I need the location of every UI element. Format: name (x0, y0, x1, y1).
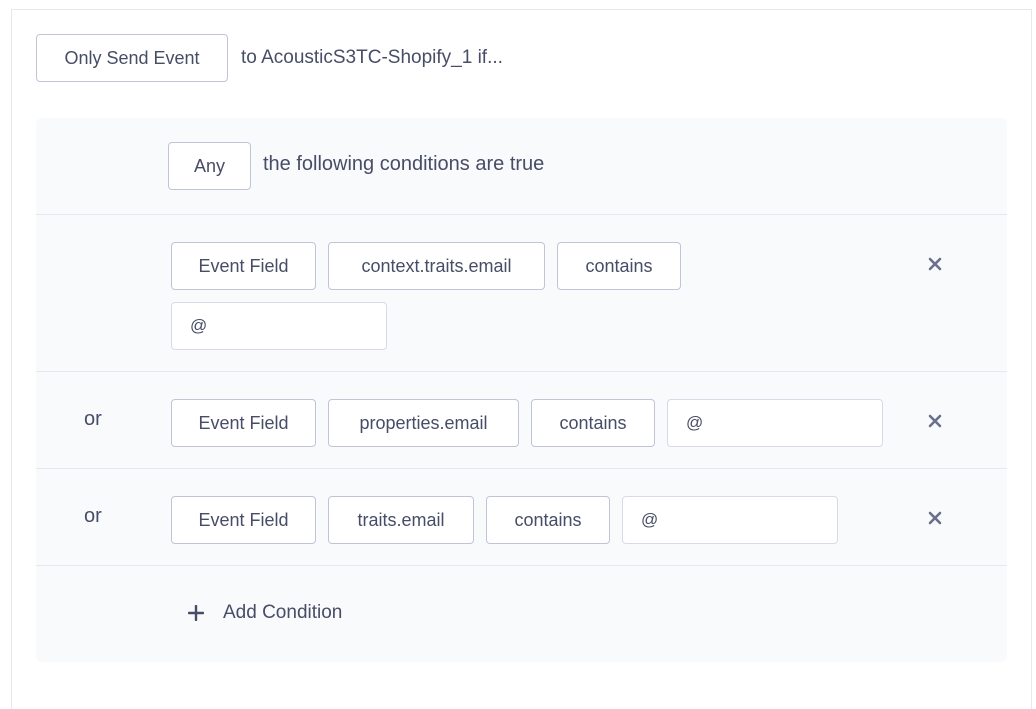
match-mode-text: the following conditions are true (263, 153, 545, 175)
condition-value-input[interactable] (667, 399, 883, 447)
remove-condition-button[interactable] (924, 410, 946, 432)
match-mode-select[interactable]: Any (168, 142, 251, 190)
remove-condition-button[interactable] (924, 253, 946, 275)
condition-row: or Event Field properties.email contains (36, 372, 1007, 469)
conditions-header: Any the following conditions are true (36, 118, 1007, 215)
only-send-event-button[interactable]: Only Send Event (36, 34, 228, 82)
condition-value-input[interactable] (171, 302, 387, 350)
condition-field-select[interactable]: properties.email (328, 399, 519, 447)
destination-text: to AcousticS3TC-Shopify_1 if... (241, 47, 503, 68)
close-icon (928, 511, 942, 525)
condition-field-select[interactable]: context.traits.email (328, 242, 545, 290)
condition-field-select[interactable]: traits.email (328, 496, 474, 544)
close-icon (928, 257, 942, 271)
add-condition-button[interactable]: Add Condition (188, 602, 342, 624)
condition-fields: Event Field traits.email contains (171, 496, 838, 544)
close-icon (928, 414, 942, 428)
plus-icon (188, 605, 204, 621)
condition-fields: Event Field context.traits.email contain… (171, 242, 731, 350)
condition-operator-select[interactable]: contains (557, 242, 681, 290)
filter-header: Only Send Event to AcousticS3TC-Shopify_… (36, 34, 503, 82)
condition-row: Event Field context.traits.email contain… (36, 215, 1007, 372)
condition-value-input[interactable] (622, 496, 838, 544)
add-condition-label: Add Condition (223, 602, 343, 623)
remove-condition-button[interactable] (924, 507, 946, 529)
or-connector: or (84, 505, 102, 527)
condition-operator-select[interactable]: contains (531, 399, 655, 447)
condition-type-select[interactable]: Event Field (171, 496, 316, 544)
conditions-group: Any the following conditions are true Ev… (36, 118, 1007, 662)
condition-type-select[interactable]: Event Field (171, 242, 316, 290)
condition-type-select[interactable]: Event Field (171, 399, 316, 447)
condition-fields: Event Field properties.email contains (171, 399, 883, 447)
or-connector: or (84, 408, 102, 430)
condition-operator-select[interactable]: contains (486, 496, 610, 544)
condition-row: or Event Field traits.email contains (36, 469, 1007, 566)
